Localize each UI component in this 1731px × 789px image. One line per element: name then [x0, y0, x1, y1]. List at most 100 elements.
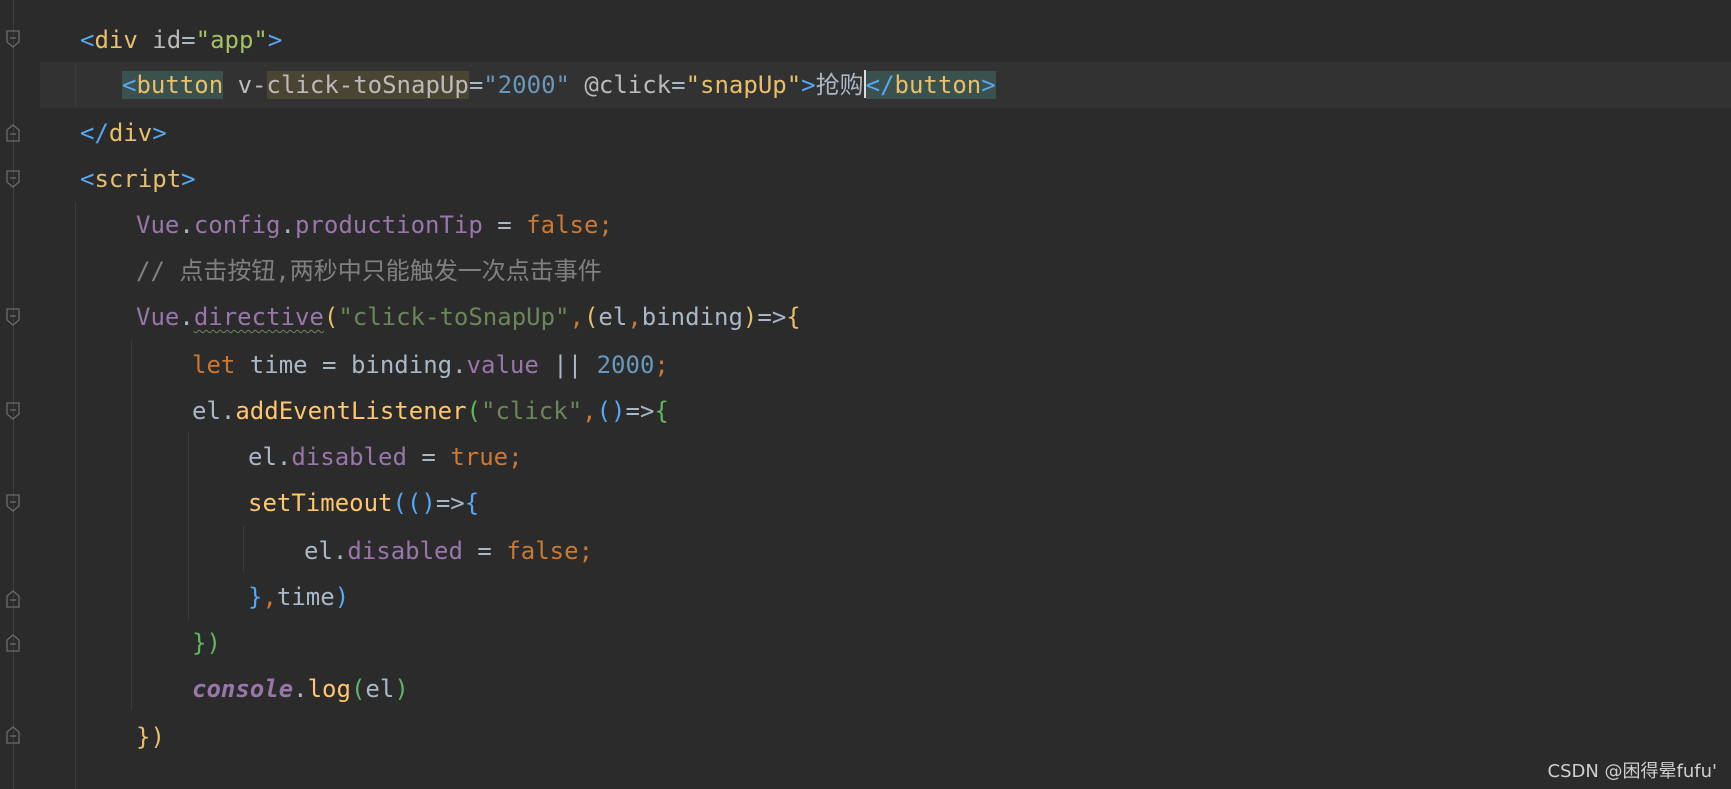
- fold-marker-icon[interactable]: [5, 170, 21, 188]
- code-token: (: [583, 303, 599, 331]
- code-line[interactable]: let time = binding.value || 2000;: [192, 342, 669, 388]
- code-editor[interactable]: <div id="app"> <button v-click-toSnapUp="…: [0, 0, 1731, 789]
- code-token: (): [406, 489, 436, 517]
- code-line[interactable]: </div>: [80, 110, 167, 156]
- code-token: false: [506, 537, 579, 565]
- code-token: ;: [508, 443, 523, 471]
- code-line[interactable]: setTimeout(()=>{: [248, 480, 479, 526]
- code-token: time = binding.: [235, 351, 467, 379]
- code-token: button: [894, 71, 982, 99]
- code-token: false: [526, 211, 599, 239]
- code-line[interactable]: // 点击按钮,两秒中只能触发一次点击事件: [136, 248, 602, 294]
- code-token: =>: [757, 303, 787, 331]
- code-token: time: [276, 583, 335, 611]
- code-line[interactable]: console.log(el): [192, 666, 409, 712]
- fold-marker-icon[interactable]: [5, 402, 21, 420]
- code-token: directive: [193, 303, 324, 331]
- code-token: binding: [641, 303, 743, 331]
- editor-gutter: [0, 0, 40, 789]
- fold-marker-icon[interactable]: [5, 590, 21, 608]
- indent-guide: [243, 526, 244, 572]
- indent-guide: [75, 202, 76, 789]
- code-token: 抢购: [815, 71, 864, 99]
- code-token: ,: [627, 303, 642, 331]
- code-line[interactable]: Vue.config.productionTip = false;: [136, 202, 613, 248]
- code-token: @click: [584, 71, 672, 99]
- code-line[interactable]: Vue.directive("click-toSnapUp",(el,bindi…: [136, 294, 801, 340]
- code-token: div: [108, 119, 153, 147]
- code-line[interactable]: el.disabled = true;: [248, 434, 523, 480]
- code-token: addEventListener: [235, 397, 467, 425]
- code-token: let: [192, 351, 236, 379]
- indent-guide: [131, 340, 132, 710]
- code-token: ;: [654, 351, 669, 379]
- code-token: }): [192, 629, 221, 657]
- fold-marker-icon[interactable]: [5, 124, 21, 142]
- code-token: </: [865, 71, 895, 99]
- code-token: // 点击按钮,两秒中只能触发一次点击事件: [136, 257, 602, 285]
- code-token: el.: [192, 397, 236, 425]
- code-line[interactable]: },time): [248, 574, 349, 620]
- fold-marker-icon[interactable]: [5, 30, 21, 48]
- code-token: value: [466, 351, 539, 379]
- code-token: config: [193, 211, 281, 239]
- code-token: id: [152, 26, 182, 54]
- code-line[interactable]: <div id="app">: [80, 17, 282, 63]
- code-token: disabled: [291, 443, 407, 471]
- code-line[interactable]: }): [136, 714, 165, 760]
- code-line[interactable]: }): [192, 620, 221, 666]
- code-token: (: [323, 303, 339, 331]
- code-line[interactable]: <script>: [80, 156, 196, 202]
- code-token: {: [786, 303, 801, 331]
- code-token: productionTip: [294, 211, 483, 239]
- code-token: log: [307, 675, 351, 703]
- code-token: ,: [569, 303, 584, 331]
- code-line[interactable]: el.addEventListener("click",()=>{: [192, 388, 669, 434]
- fold-marker-icon[interactable]: [5, 308, 21, 326]
- indent-guide: [188, 432, 189, 620]
- code-token: el: [598, 303, 628, 331]
- code-token: el.: [248, 443, 292, 471]
- code-token: <: [80, 26, 95, 54]
- code-token: (): [596, 397, 626, 425]
- fold-marker-icon[interactable]: [5, 726, 21, 744]
- code-line[interactable]: el.disabled = false;: [304, 528, 593, 574]
- code-token: "click-toSnapUp": [338, 303, 570, 331]
- code-token: true: [450, 443, 509, 471]
- code-token: "app": [195, 26, 268, 54]
- code-token: ,: [582, 397, 597, 425]
- code-token: >: [152, 119, 167, 147]
- code-token: (: [350, 675, 366, 703]
- fold-marker-icon[interactable]: [5, 494, 21, 512]
- code-token: {: [464, 489, 480, 517]
- code-token: Vue: [136, 211, 180, 239]
- code-token: ||: [538, 351, 597, 379]
- code-token: >: [981, 71, 996, 99]
- code-token: ;: [598, 211, 613, 239]
- code-token: script: [94, 165, 182, 193]
- code-token: 2000: [596, 351, 655, 379]
- code-token: </: [80, 119, 109, 147]
- code-token: ): [334, 583, 350, 611]
- code-token: ;: [578, 537, 594, 565]
- code-token: <: [122, 71, 137, 99]
- code-token: }): [136, 723, 165, 751]
- code-token: <: [80, 165, 95, 193]
- code-token: disabled: [347, 537, 463, 565]
- code-token: "2000": [483, 71, 570, 99]
- code-token: =>: [435, 489, 465, 517]
- fold-marker-icon[interactable]: [5, 634, 21, 652]
- code-token: ): [742, 303, 758, 331]
- code-token: "click": [481, 397, 583, 425]
- code-token: (: [466, 397, 481, 425]
- code-token: ): [394, 675, 409, 703]
- indent-guide: [75, 62, 76, 108]
- code-token: =: [671, 71, 686, 99]
- code-token: =: [462, 537, 507, 565]
- code-line[interactable]: <button v-click-toSnapUp="2000" @click="…: [122, 62, 996, 108]
- code-token: >: [801, 71, 816, 99]
- code-token: >: [267, 26, 283, 54]
